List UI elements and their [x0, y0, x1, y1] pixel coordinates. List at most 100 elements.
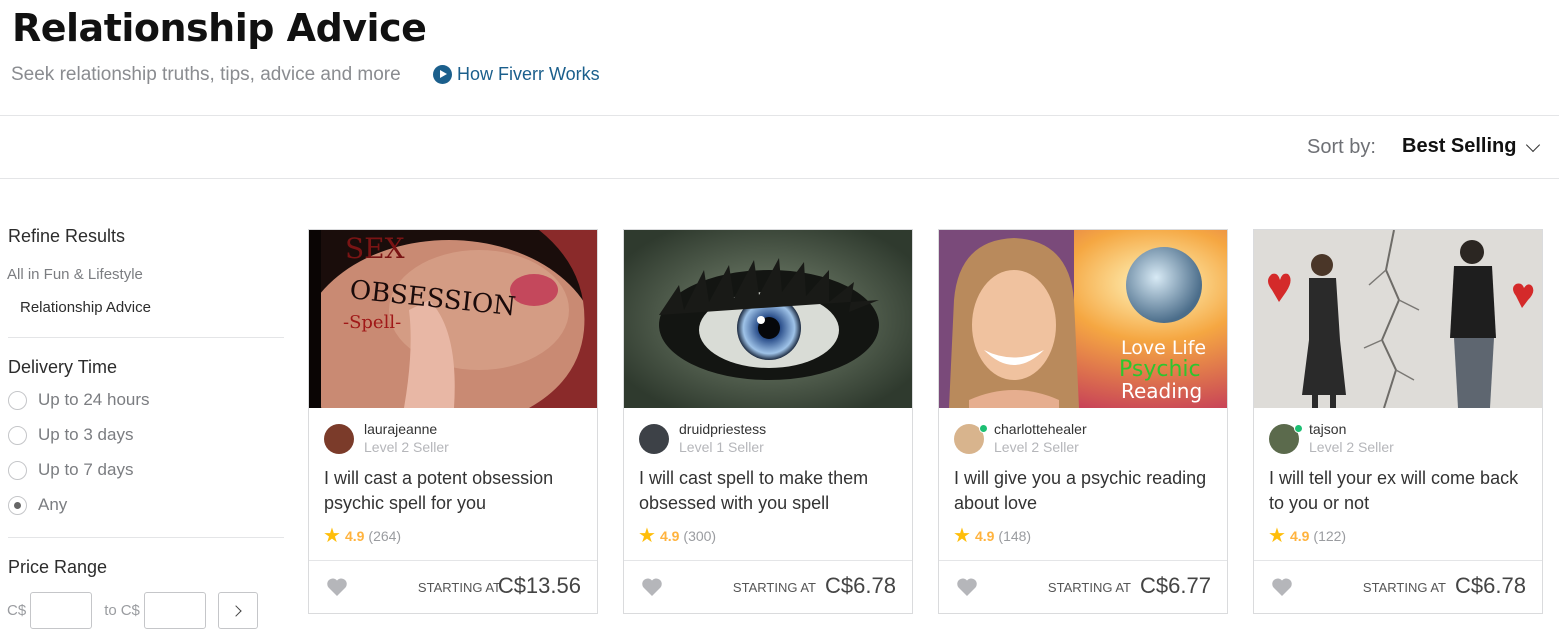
- gig-rating: ★ 4.9 (148): [953, 526, 1031, 546]
- online-indicator: [979, 424, 988, 433]
- currency-label: C$: [7, 602, 27, 619]
- seller-level: Level 2 Seller: [1309, 439, 1394, 455]
- thumbnail-text: Reading: [1121, 379, 1202, 403]
- delivery-option-3d[interactable]: Up to 3 days: [8, 425, 133, 445]
- avatar[interactable]: [639, 424, 669, 454]
- delivery-option-label: Up to 7 days: [38, 460, 134, 479]
- seller-info[interactable]: charlottehealer Level 2 Seller: [954, 421, 1087, 457]
- rating-score: 4.9: [974, 528, 995, 544]
- page-title: Relationship Advice: [12, 6, 427, 50]
- chevron-right-icon: [230, 604, 243, 617]
- seller-name[interactable]: charlottehealer: [994, 421, 1087, 438]
- delivery-option-24h[interactable]: Up to 24 hours: [8, 390, 150, 410]
- gig-thumbnail[interactable]: Love Life Psychic Reading: [939, 230, 1227, 408]
- gig-title[interactable]: I will give you a psychic reading about …: [954, 466, 1214, 516]
- to-label: to: [104, 602, 117, 619]
- how-fiverr-works-link[interactable]: How Fiverr Works: [433, 64, 600, 85]
- radio-button[interactable]: [8, 425, 27, 445]
- gig-thumbnail[interactable]: [1254, 230, 1542, 408]
- card-footer: STARTING AT C$6.77: [939, 560, 1227, 614]
- starting-at-label: STARTING AT: [732, 580, 816, 595]
- gig-price: C$13.56: [497, 573, 581, 598]
- max-price-input[interactable]: [143, 592, 206, 629]
- seller-level: Level 2 Seller: [364, 439, 449, 455]
- thumbnail-text: -Spell-: [343, 312, 401, 333]
- gig-thumbnail[interactable]: SEX OBSESSION -Spell-: [309, 230, 597, 408]
- gig-rating: ★ 4.9 (300): [638, 526, 716, 546]
- delivery-time-heading: Delivery Time: [8, 357, 118, 377]
- thumbnail-text: SEX: [345, 232, 405, 265]
- star-icon: ★: [953, 525, 971, 547]
- sort-bar: Sort by: Best Selling: [0, 116, 1559, 179]
- review-count: (300): [683, 528, 717, 544]
- rating-score: 4.9: [1289, 528, 1310, 544]
- thumbnail-text: Love Life: [1121, 337, 1206, 359]
- play-icon: [433, 65, 452, 84]
- chevron-down-icon[interactable]: [1525, 137, 1541, 153]
- delivery-option-label: Up to 3 days: [38, 425, 134, 444]
- heart-icon[interactable]: [641, 577, 663, 597]
- gig-card[interactable]: Love Life Psychic Reading charlotteheale…: [938, 229, 1228, 614]
- gig-card[interactable]: SEX OBSESSION -Spell- laurajeanne Level …: [308, 229, 598, 614]
- gig-thumbnail[interactable]: [624, 230, 912, 408]
- delivery-option-any[interactable]: Any: [8, 495, 67, 515]
- radio-button[interactable]: [8, 460, 27, 480]
- star-icon: ★: [323, 525, 341, 547]
- radio-button-selected[interactable]: [8, 495, 27, 515]
- review-count: (148): [998, 528, 1032, 544]
- parent-category-link[interactable]: All in Fun & Lifestyle: [7, 266, 143, 283]
- heart-icon[interactable]: [326, 577, 348, 597]
- page-subtitle: Seek relationship truths, tips, advice a…: [11, 64, 401, 85]
- card-footer: STARTING AT C$13.56: [309, 560, 597, 614]
- avatar[interactable]: [324, 424, 354, 454]
- delivery-option-7d[interactable]: Up to 7 days: [8, 460, 133, 480]
- filter-sidebar: Refine Results All in Fun & Lifestyle Re…: [0, 180, 290, 634]
- card-footer: STARTING AT C$6.78: [1254, 560, 1542, 614]
- star-icon: ★: [1268, 525, 1286, 547]
- radio-button[interactable]: [8, 390, 27, 410]
- gig-title[interactable]: I will cast spell to make them obsessed …: [639, 466, 899, 516]
- heart-icon[interactable]: [1271, 577, 1293, 597]
- gig-rating: ★ 4.9 (122): [1268, 526, 1346, 546]
- rating-score: 4.9: [659, 528, 680, 544]
- sort-dropdown[interactable]: Best Selling: [1402, 135, 1516, 158]
- card-footer: STARTING AT C$6.78: [624, 560, 912, 614]
- seller-info[interactable]: druidpriestess Level 1 Seller: [639, 421, 766, 457]
- currency-label: C$: [120, 602, 140, 619]
- starting-at-label: STARTING AT: [417, 580, 501, 595]
- review-count: (122): [1313, 528, 1347, 544]
- online-indicator: [1294, 424, 1303, 433]
- seller-level: Level 2 Seller: [994, 439, 1079, 455]
- heart-icon[interactable]: [956, 577, 978, 597]
- price-range-controls: C$ to C$: [7, 592, 258, 629]
- seller-level: Level 1 Seller: [679, 439, 764, 455]
- rating-score: 4.9: [344, 528, 365, 544]
- divider: [8, 337, 284, 338]
- category-header: Relationship Advice Seek relationship tr…: [0, 0, 1559, 116]
- seller-name[interactable]: laurajeanne: [364, 421, 449, 438]
- gig-price: C$6.77: [1140, 573, 1211, 598]
- seller-info[interactable]: tajson Level 2 Seller: [1269, 421, 1394, 457]
- min-price-input[interactable]: [30, 592, 93, 629]
- delivery-option-label: Any: [38, 495, 68, 514]
- divider: [8, 537, 284, 538]
- seller-name[interactable]: tajson: [1309, 421, 1394, 438]
- starting-at-label: STARTING AT: [1362, 580, 1446, 595]
- gig-rating: ★ 4.9 (264): [323, 526, 401, 546]
- how-fiverr-works-label: How Fiverr Works: [457, 64, 600, 84]
- gig-title[interactable]: I will cast a potent obsession psychic s…: [324, 466, 584, 516]
- gig-price: C$6.78: [1455, 573, 1526, 598]
- avatar[interactable]: [954, 424, 988, 454]
- avatar[interactable]: [1269, 424, 1303, 454]
- gig-card[interactable]: tajson Level 2 Seller I will tell your e…: [1253, 229, 1543, 614]
- star-icon: ★: [638, 525, 656, 547]
- seller-info[interactable]: laurajeanne Level 2 Seller: [324, 421, 449, 457]
- current-category[interactable]: Relationship Advice: [20, 299, 151, 316]
- gig-price: C$6.78: [825, 573, 896, 598]
- seller-name[interactable]: druidpriestess: [679, 421, 766, 438]
- gig-card[interactable]: druidpriestess Level 1 Seller I will cas…: [623, 229, 913, 614]
- gig-title[interactable]: I will tell your ex will come back to yo…: [1269, 466, 1529, 516]
- price-range-heading: Price Range: [8, 557, 108, 577]
- starting-at-label: STARTING AT: [1047, 580, 1131, 595]
- apply-price-button[interactable]: [217, 592, 258, 629]
